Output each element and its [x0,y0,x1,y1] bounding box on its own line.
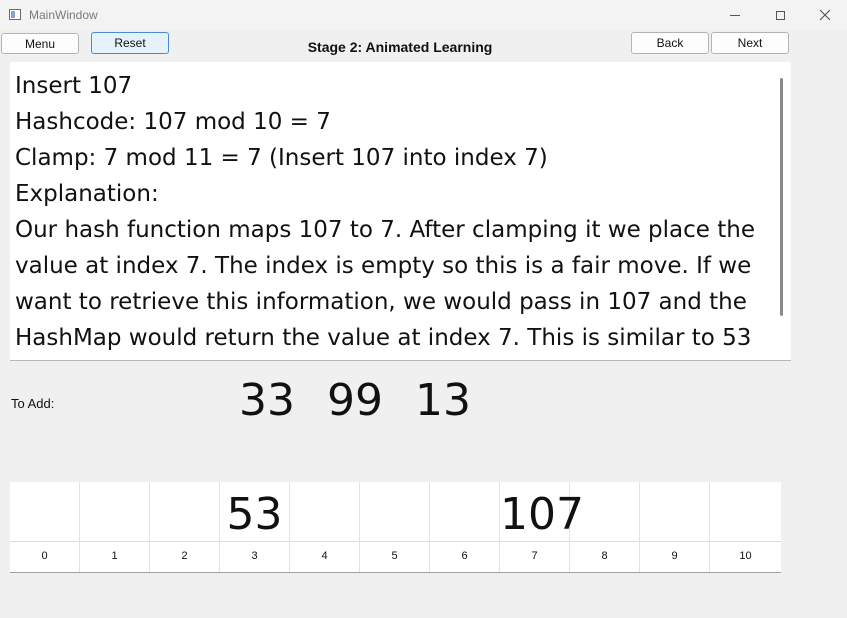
cell-index: 1 [80,541,149,572]
close-button[interactable] [802,0,847,30]
minimize-icon [730,14,740,16]
cell-index: 9 [640,541,709,572]
cell-index: 6 [430,541,499,572]
page-title: Stage 2: Animated Learning [307,39,493,55]
cell-index: 3 [220,541,289,572]
to-add-label: To Add: [11,396,55,411]
cell-index: 4 [290,541,359,572]
maximize-icon [775,10,785,20]
title-bar: MainWindow [0,0,847,30]
explanation-line: HashMap would return the value at index … [15,325,752,351]
to-add-value: 99 [327,375,383,426]
maximize-button[interactable] [757,0,803,30]
hash-table-cell: 5 [360,482,430,572]
window-title: MainWindow [29,8,98,22]
hash-table: 0 1 2 53 3 4 5 6 107 7 8 9 10 [10,482,781,573]
cell-index: 8 [570,541,639,572]
explanation-line: Hashcode: 107 mod 10 = 7 [15,109,331,135]
explanation-text: Insert 107 Hashcode: 107 mod 10 = 7 Clam… [15,68,777,356]
cell-index: 10 [710,541,781,572]
explanation-line: Insert 107 [15,73,133,99]
hash-table-cell: 0 [10,482,80,572]
hash-table-cell: 8 [570,482,640,572]
hash-table-cell: 9 [640,482,710,572]
cell-index: 0 [10,541,79,572]
hash-table-cell: 1 [80,482,150,572]
explanation-line: Clamp: 7 mod 11 = 7 (Insert 107 into ind… [15,145,548,171]
explanation-line: want to retrieve this information, we wo… [15,289,747,315]
reset-button[interactable]: Reset [91,32,169,54]
minimize-button[interactable] [712,0,758,30]
hash-table-cell: 4 [290,482,360,572]
close-icon [819,9,831,21]
vertical-scrollbar[interactable] [780,78,783,316]
cell-value: 107 [500,489,584,540]
cell-index: 7 [500,541,569,572]
to-add-value: 13 [415,375,471,426]
cell-value: 53 [226,489,283,540]
explanation-line: Explanation: [15,181,159,207]
explanation-line: Our hash function maps 107 to 7. After c… [15,217,755,243]
hash-table-cell: 6 [430,482,500,572]
hash-table-cell: 2 [150,482,220,572]
next-button[interactable]: Next [711,32,789,54]
cell-index: 5 [360,541,429,572]
explanation-text-area[interactable]: Insert 107 Hashcode: 107 mod 10 = 7 Clam… [10,62,791,361]
app-window-icon [9,9,21,20]
back-button[interactable]: Back [631,32,709,54]
menu-button[interactable]: Menu [1,33,79,54]
to-add-value: 33 [239,375,295,426]
cell-index: 2 [150,541,219,572]
hash-table-cell: 107 7 [500,482,584,572]
to-add-values: 33 99 13 [239,375,471,426]
hash-table-cell: 53 3 [220,482,290,572]
explanation-line: value at index 7. The index is empty so … [15,253,752,279]
hash-table-cell: 10 [710,482,781,572]
